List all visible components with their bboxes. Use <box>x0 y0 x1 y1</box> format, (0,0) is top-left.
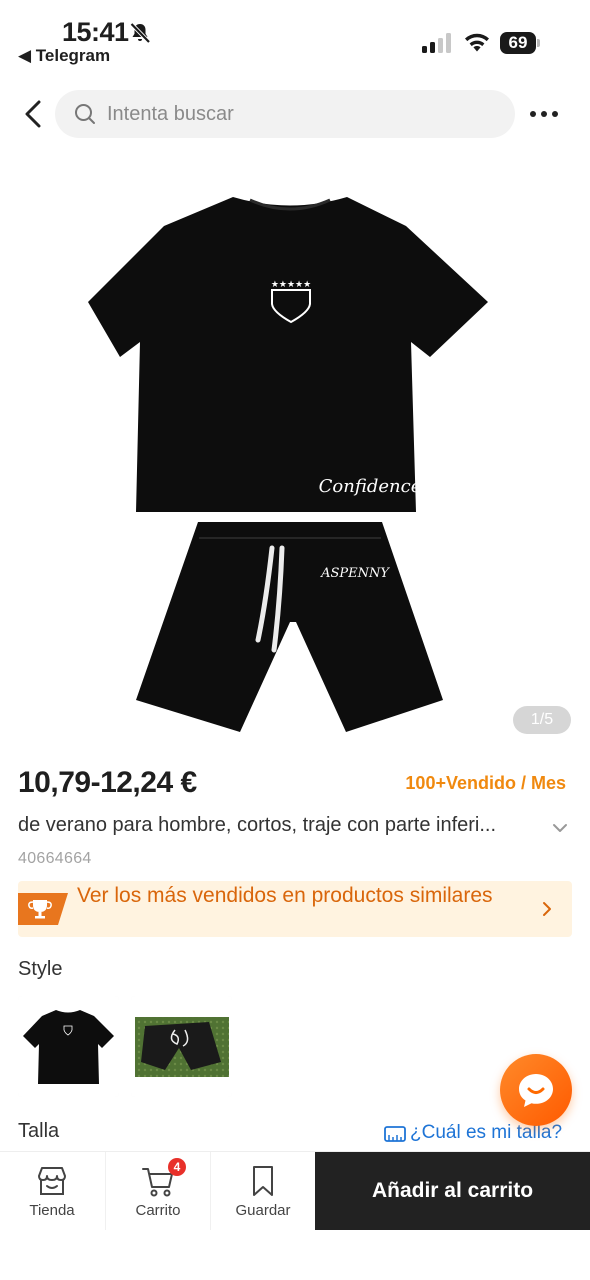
product-photo: ★★★★★ Confidence ASPENNY <box>88 197 488 732</box>
product-image-gallery[interactable]: ★★★★★ Confidence ASPENNY <box>0 152 590 752</box>
status-time: 15:41 <box>62 17 129 47</box>
battery-icon: 69 <box>500 32 540 54</box>
tshirt-thumbnail <box>18 996 119 1097</box>
shorts-thumbnail <box>131 996 232 1097</box>
style-option-shorts[interactable] <box>131 996 232 1097</box>
chat-icon <box>519 1074 553 1107</box>
product-title: de verano para hombre, cortos, traje con… <box>18 814 497 836</box>
chevron-right-icon <box>543 902 551 916</box>
cart-count-badge: 4 <box>168 1158 186 1176</box>
sold-count: 100+Vendido / Mes <box>405 773 566 793</box>
search-icon <box>75 104 95 124</box>
bottom-action-bar: Tienda 4 Carrito Guardar Añadir al carri… <box>0 1151 590 1230</box>
shirt-script-text: Confidence <box>319 476 422 497</box>
signal-icon <box>422 33 451 53</box>
price: 10,79-12,24 € <box>18 766 197 799</box>
gallery-counter: 1/5 <box>513 706 571 734</box>
product-id: 40664664 <box>18 850 92 867</box>
shorts-script-text: ASPENNY <box>320 566 390 581</box>
save-label: Guardar <box>235 1202 291 1219</box>
ruler-icon <box>384 1126 406 1142</box>
bookmark-icon <box>253 1166 273 1196</box>
bell-slash-icon <box>130 22 151 44</box>
cart-tab[interactable]: 4 Carrito <box>105 1152 209 1230</box>
bestsellers-text: Ver los más vendidos en productos simila… <box>77 884 493 907</box>
chat-button[interactable] <box>500 1054 572 1126</box>
search-input[interactable] <box>107 90 497 138</box>
style-label: Style <box>18 958 63 980</box>
svg-text:★★★★★: ★★★★★ <box>271 280 311 290</box>
add-to-cart-button[interactable]: Añadir al carrito <box>315 1152 590 1230</box>
product-title-row[interactable]: de verano para hombre, cortos, traje con… <box>18 814 578 842</box>
store-label: Tienda <box>29 1202 75 1219</box>
back-arrow-icon[interactable] <box>14 94 54 134</box>
wifi-icon <box>465 33 489 52</box>
more-icon[interactable] <box>524 100 564 128</box>
store-tab[interactable]: Tienda <box>0 1152 104 1230</box>
bestsellers-banner[interactable]: Ver los más vendidos en productos simila… <box>18 881 572 937</box>
store-icon <box>38 1167 66 1195</box>
back-to-telegram-link[interactable]: ◀ Telegram <box>18 46 110 66</box>
chevron-down-icon[interactable] <box>550 818 570 838</box>
trophy-icon <box>18 893 68 925</box>
save-tab[interactable]: Guardar <box>210 1152 314 1230</box>
cart-label: Carrito <box>135 1202 181 1219</box>
battery-level: 69 <box>508 33 528 52</box>
status-bar: 15:41 ◀ Telegram 69 <box>0 0 590 72</box>
style-option-tshirt[interactable] <box>18 996 119 1097</box>
shorts-shape <box>136 522 443 732</box>
size-label: Talla <box>18 1120 60 1142</box>
search-bar[interactable] <box>55 90 515 138</box>
tshirt-shape <box>88 197 488 512</box>
